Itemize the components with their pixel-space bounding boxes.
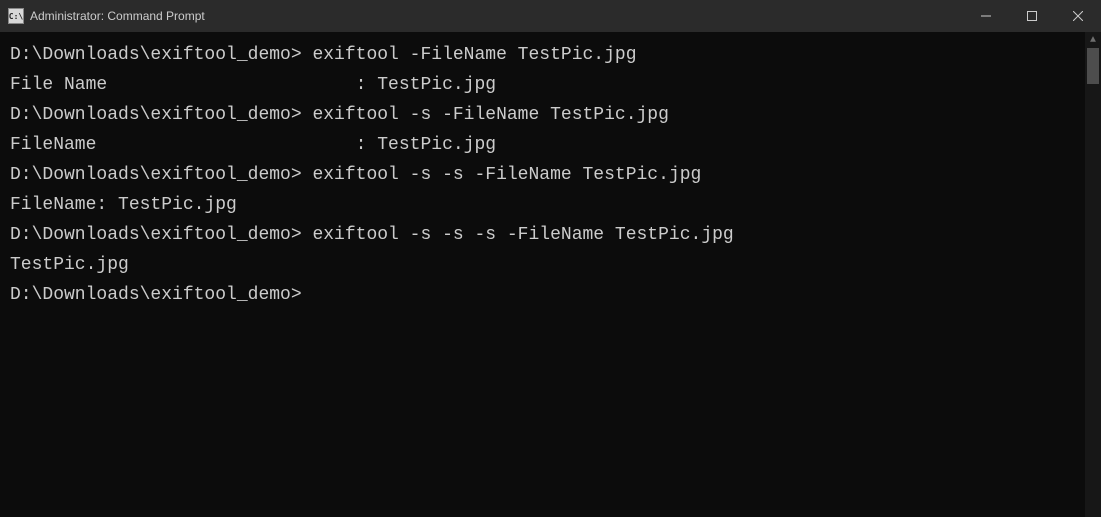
minimize-icon [981,11,991,21]
terminal-line: TestPic.jpg [10,250,1075,280]
cmd-icon: C:\ [8,8,24,24]
terminal-output[interactable]: D:\Downloads\exiftool_demo> exiftool -Fi… [0,32,1085,517]
scroll-up-arrow-icon[interactable]: ▲ [1085,32,1101,48]
vertical-scrollbar[interactable]: ▲ [1085,32,1101,517]
terminal-line: D:\Downloads\exiftool_demo> exiftool -s … [10,220,1075,250]
window-titlebar: C:\ Administrator: Command Prompt [0,0,1101,32]
scroll-thumb[interactable] [1087,48,1099,84]
close-icon [1073,11,1083,21]
terminal-line: D:\Downloads\exiftool_demo> exiftool -Fi… [10,40,1075,70]
terminal-line: D:\Downloads\exiftool_demo> exiftool -s … [10,100,1075,130]
terminal-line: FileName : TestPic.jpg [10,130,1075,160]
terminal-line: FileName: TestPic.jpg [10,190,1075,220]
close-button[interactable] [1055,0,1101,32]
terminal-line: D:\Downloads\exiftool_demo> [10,280,1075,310]
minimize-button[interactable] [963,0,1009,32]
maximize-icon [1027,11,1037,21]
terminal-line: D:\Downloads\exiftool_demo> exiftool -s … [10,160,1075,190]
terminal-line: File Name : TestPic.jpg [10,70,1075,100]
window-title: Administrator: Command Prompt [30,9,205,23]
maximize-button[interactable] [1009,0,1055,32]
